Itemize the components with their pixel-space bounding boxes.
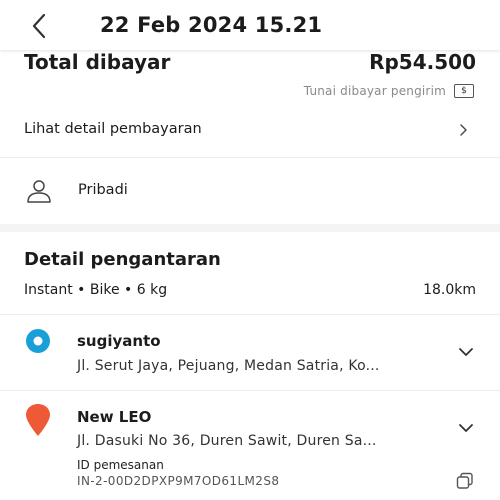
total-paid-row: Total dibayar Rp54.500 <box>24 50 476 80</box>
origin-pin-icon <box>26 329 50 353</box>
section-separator <box>0 224 500 232</box>
page-title: 22 Feb 2024 15.21 <box>100 13 323 37</box>
destination-pin-icon <box>26 404 50 436</box>
delivery-details-heading: Detail pengantaran <box>24 249 221 270</box>
profile-label: Pribadi <box>78 182 128 198</box>
cash-payment-note: Tunai dibayar pengirim $ <box>304 82 474 100</box>
copy-icon[interactable] <box>456 472 474 490</box>
destination-address: Jl. Dasuki No 36, Duren Sawit, Duren Sa.… <box>77 433 377 449</box>
origin-address: Jl. Serut Jaya, Pejuang, Medan Satria, K… <box>77 358 380 374</box>
cash-payment-text: Tunai dibayar pengirim <box>303 84 446 98</box>
total-paid-label: Total dibayar <box>24 50 171 74</box>
origin-name: sugiyanto <box>77 332 161 350</box>
chevron-right-icon <box>460 124 467 136</box>
payment-details-label: Lihat detail pembayaran <box>24 121 202 137</box>
profile-row[interactable]: Pribadi <box>0 168 500 216</box>
top-bar: 22 Feb 2024 15.21 <box>0 0 500 50</box>
divider <box>0 157 500 158</box>
order-id-label: ID pemesanan <box>77 458 164 472</box>
delivery-distance: 18.0km <box>423 282 476 298</box>
total-paid-value: Rp54.500 <box>369 50 476 74</box>
origin-stop[interactable]: sugiyanto Jl. Serut Jaya, Pejuang, Medan… <box>0 315 500 390</box>
chevron-down-icon <box>459 424 473 432</box>
destination-name: New LEO <box>77 408 152 426</box>
chevron-down-icon <box>459 348 473 356</box>
back-button[interactable] <box>28 12 52 40</box>
person-icon <box>27 180 51 203</box>
chevron-left-icon <box>32 13 46 39</box>
payment-details-link[interactable]: Lihat detail pembayaran <box>0 104 500 156</box>
delivery-service-info: Instant • Bike • 6 kg <box>24 282 168 298</box>
cash-icon: $ <box>454 84 474 98</box>
order-id-value: IN-2-00D2DPXP9M7OD61LM2S8 <box>77 474 280 488</box>
